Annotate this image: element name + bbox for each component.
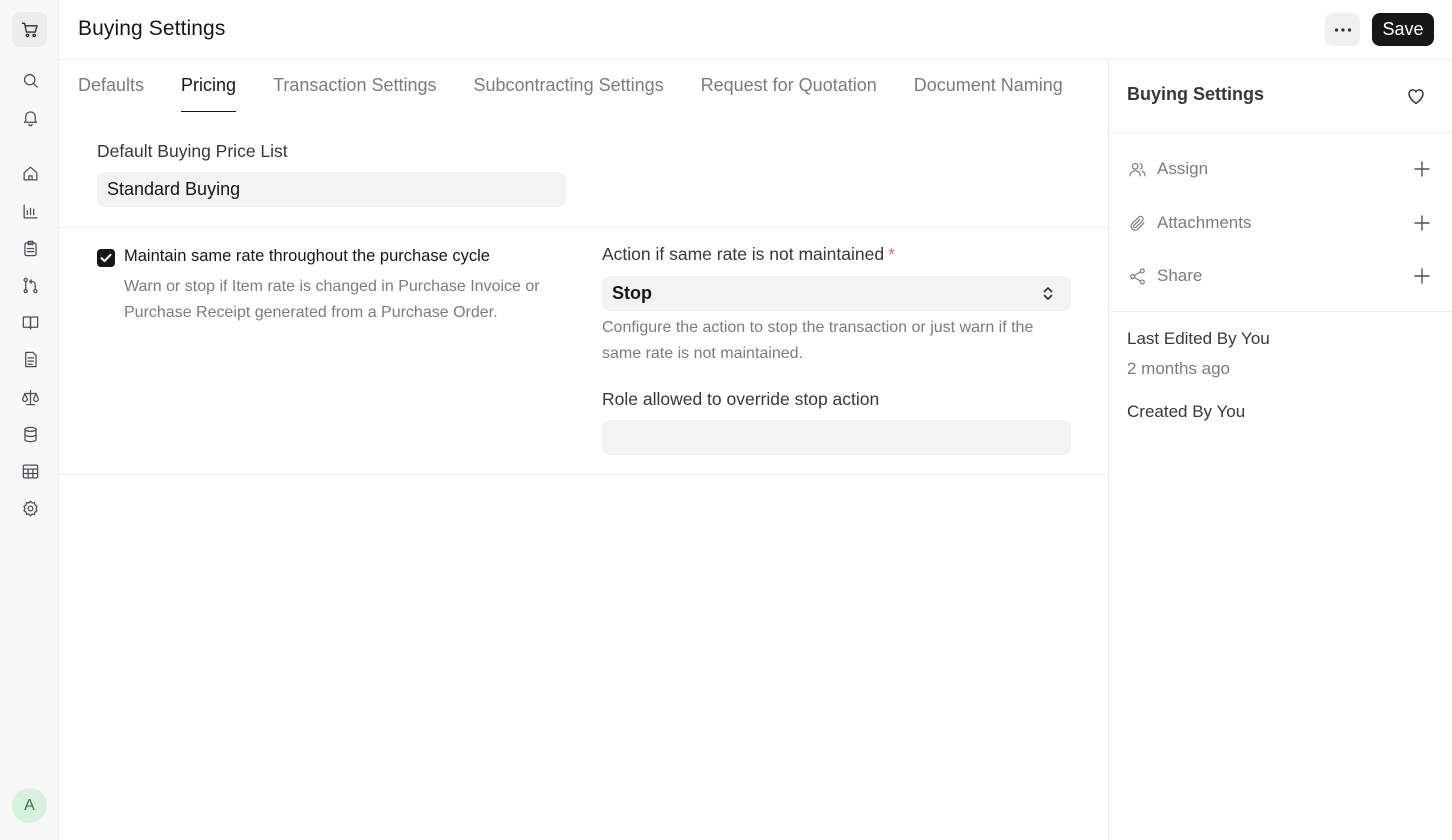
clipboard-icon[interactable] (17, 235, 43, 261)
role-override-input[interactable] (602, 420, 1071, 455)
branches-icon[interactable] (17, 272, 43, 298)
sidebar-rail: A (0, 0, 59, 840)
page-title: Buying Settings (78, 17, 226, 40)
sidebar-rule-2 (1109, 311, 1452, 312)
action-field-label-text: Action if same rate is not maintained (602, 244, 885, 264)
document-icon[interactable] (17, 346, 43, 372)
search-icon[interactable] (17, 67, 43, 93)
sidebar-divider (1108, 60, 1109, 840)
tab-document-naming[interactable]: Document Naming (914, 60, 1063, 112)
tab-transaction-settings[interactable]: Transaction Settings (273, 60, 436, 112)
action-field-label: Action if same rate is not maintained * (602, 244, 895, 265)
book-icon[interactable] (17, 309, 43, 335)
tab-request-for-quotation[interactable]: Request for Quotation (701, 60, 877, 112)
action-select-value: Stop (612, 283, 652, 303)
assign-label: Assign (1157, 159, 1209, 178)
bell-icon[interactable] (17, 104, 43, 130)
sidebar-item-assign[interactable]: Assign (1127, 155, 1432, 183)
scale-icon[interactable] (17, 384, 43, 410)
maintain-rate-label: Maintain same rate throughout the purcha… (124, 247, 490, 265)
add-assign-icon[interactable] (1412, 159, 1432, 179)
avatar[interactable]: A (12, 788, 47, 823)
paperclip-icon (1127, 213, 1147, 233)
role-override-label: Role allowed to override stop action (602, 389, 880, 409)
checkmark-icon (100, 253, 112, 262)
action-description: Configure the action to stop the transac… (602, 319, 1034, 362)
add-share-icon[interactable] (1412, 266, 1432, 286)
table-icon[interactable] (17, 458, 43, 484)
heart-icon[interactable] (1405, 85, 1427, 107)
sidebar-item-attachments[interactable]: Attachments (1127, 209, 1432, 237)
users-icon (1127, 159, 1147, 179)
database-icon[interactable] (17, 421, 43, 447)
last-edited-by: Last Edited By You (1127, 329, 1270, 348)
last-edited-time: 2 months ago (1127, 359, 1231, 378)
tab-defaults[interactable]: Defaults (78, 60, 144, 112)
maintain-rate-checkbox[interactable] (97, 249, 115, 267)
tab-bar: Defaults Pricing Transaction Settings Su… (78, 60, 1063, 112)
price-list-input[interactable]: Standard Buying (97, 172, 566, 207)
sidebar-title: Buying Settings (1127, 84, 1265, 104)
section-divider-bottom (59, 474, 1108, 475)
cart-icon[interactable] (12, 12, 47, 47)
more-options-button[interactable] (1325, 13, 1360, 46)
tab-subcontracting-settings[interactable]: Subcontracting Settings (474, 60, 664, 112)
section-divider (59, 227, 1108, 228)
add-attachment-icon[interactable] (1412, 213, 1432, 233)
price-list-label: Default Buying Price List (97, 141, 288, 161)
sidebar-item-share[interactable]: Share (1127, 262, 1432, 290)
ellipsis-icon (1334, 27, 1351, 32)
share-label: Share (1157, 266, 1203, 285)
chart-icon[interactable] (17, 198, 43, 224)
created-by: Created By You (1127, 402, 1246, 421)
save-button[interactable]: Save (1372, 13, 1434, 46)
maintain-rate-description: Warn or stop if Item rate is changed in … (124, 278, 540, 321)
gear-icon[interactable] (17, 495, 43, 521)
share-icon (1127, 266, 1147, 286)
tab-pricing[interactable]: Pricing (181, 60, 237, 112)
action-select[interactable]: Stop (602, 276, 1071, 311)
sidebar-rule (1109, 132, 1452, 133)
home-icon[interactable] (17, 160, 43, 186)
attachments-label: Attachments (1157, 213, 1252, 232)
required-mark: * (888, 244, 895, 264)
chevron-updown-icon (1043, 287, 1053, 300)
